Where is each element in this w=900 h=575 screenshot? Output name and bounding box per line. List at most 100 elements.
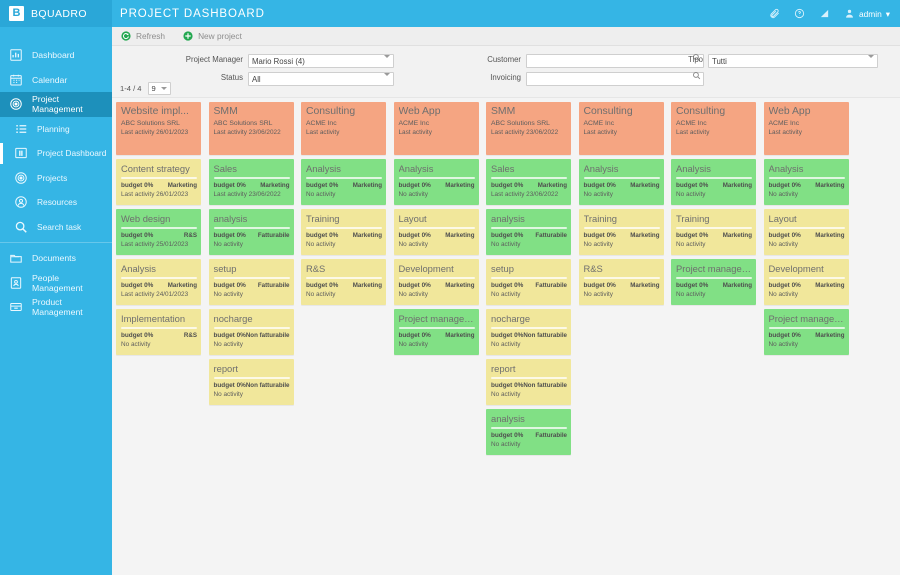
task-budget: budget 0% <box>768 281 801 289</box>
task-budget: budget 0% <box>491 381 524 389</box>
filter-customer: Customer <box>414 52 704 68</box>
task-meta: budget 0% Marketing <box>306 182 382 189</box>
page-size-select[interactable]: 9 <box>147 82 171 95</box>
task-card[interactable]: nocharge budget 0% Non fatturabile No activ… <box>208 309 294 355</box>
sidebar-item-calendar[interactable]: Calendar <box>0 68 112 93</box>
task-card[interactable]: Analysis budget 0% Marketing No activity <box>578 159 664 205</box>
task-card[interactable]: Development budget 0% Marketing No activity <box>763 259 849 305</box>
task-card[interactable]: Content strategy budget 0% Marketing Last a… <box>116 159 201 205</box>
task-activity: No activity <box>768 190 798 198</box>
task-card[interactable]: setup budget 0% Fatturabile No activity <box>486 259 571 305</box>
invoicing-input[interactable] <box>526 72 704 86</box>
plus-circle-icon <box>183 31 193 41</box>
task-budget: budget 0% <box>213 281 246 289</box>
task-activity: No activity <box>121 340 151 348</box>
refresh-button[interactable]: Refresh <box>121 31 165 41</box>
task-card[interactable]: Sales budget 0% Marketing Last activity 23/… <box>208 159 294 205</box>
list-icon <box>14 122 28 136</box>
task-card[interactable]: analysis budget 0% Fatturabile No activity <box>486 409 571 455</box>
task-card[interactable]: Web design budget 0% R&S Last activity 25/0… <box>116 209 201 255</box>
project-card[interactable]: Website impl... ABC Solutions SRL Last act… <box>116 102 201 155</box>
task-tag: Non fatturabile <box>523 381 567 389</box>
task-card[interactable]: Project managem... budget 0% Marketing No a… <box>763 309 849 355</box>
task-progress-bar <box>583 276 660 279</box>
project-card[interactable]: Consulting ACME Inc Last activity <box>301 102 386 155</box>
customer-input[interactable] <box>526 54 704 68</box>
task-card[interactable]: analysis budget 0% Fatturabile No activity <box>208 209 294 255</box>
task-card[interactable]: Training budget 0% Marketing No activity <box>301 209 386 255</box>
task-budget: budget 0% <box>306 281 339 289</box>
sidebar-item-project-dashboard[interactable]: Project Dashboard <box>0 141 112 166</box>
task-title: Project managem... <box>768 313 845 324</box>
task-card[interactable]: Analysis budget 0% Marketing No activity <box>671 159 756 205</box>
task-card[interactable]: Analysis budget 0% Marketing Last activity … <box>116 259 201 305</box>
sidebar-item-people-management[interactable]: People Management <box>0 271 112 296</box>
project-card[interactable]: Web App ACME Inc Last activity <box>763 102 849 155</box>
signal-icon[interactable] <box>819 8 830 19</box>
task-card[interactable]: Development budget 0% Marketing No activity <box>393 259 479 305</box>
user-menu[interactable]: admin ▾ <box>844 8 890 19</box>
project-card[interactable]: Consulting ACME Inc Last activity <box>671 102 756 155</box>
task-card[interactable]: setup budget 0% Fatturabile No activity <box>208 259 294 305</box>
sidebar-item-planning[interactable]: Planning <box>0 117 112 142</box>
task-tag: Marketing <box>722 181 752 189</box>
bquadro-logo-icon: B <box>9 6 24 21</box>
task-meta: budget 0% R&S <box>121 332 197 339</box>
task-meta: budget 0% Marketing <box>399 182 475 189</box>
brand-name: BQUADRO <box>31 7 87 20</box>
task-card[interactable]: Analysis budget 0% Marketing No activity <box>301 159 386 205</box>
task-progress-bar <box>121 276 197 279</box>
task-activity: No activity <box>583 290 613 298</box>
project-card[interactable]: SMM ABC Solutions SRL Last activity 23/06/… <box>208 102 294 155</box>
task-card[interactable]: Project managem... budget 0% Marketing No a… <box>671 259 756 305</box>
task-card[interactable]: Analysis budget 0% Marketing No activity <box>763 159 849 205</box>
task-activity: Last activity 24/01/2023 <box>121 290 189 298</box>
brand[interactable]: B BQUADRO <box>0 0 112 27</box>
project-card[interactable]: SMM ABC Solutions SRL Last activity 23/06/… <box>486 102 571 155</box>
project-customer: ABC Solutions SRL <box>121 120 180 127</box>
task-title: Analysis <box>768 163 804 174</box>
task-progress-bar <box>583 226 660 229</box>
task-card[interactable]: Training budget 0% Marketing No activity <box>671 209 756 255</box>
task-card[interactable]: Sales budget 0% Marketing Last activity 23/… <box>486 159 571 205</box>
task-budget: budget 0% <box>121 231 154 239</box>
task-card[interactable]: R&S budget 0% Marketing No activity <box>578 259 664 305</box>
project-card[interactable]: Consulting ACME Inc Last activity <box>578 102 664 155</box>
target-icon <box>14 171 28 185</box>
task-card[interactable]: Layout budget 0% Marketing No activity <box>393 209 479 255</box>
filter-project-manager: Project Manager Mario Rossi (4) <box>140 52 394 68</box>
sidebar-item-documents[interactable]: Documents <box>0 246 112 271</box>
sidebar-item-dashboard[interactable]: Dashboard <box>0 43 112 68</box>
task-card[interactable]: Training budget 0% Marketing No activity <box>578 209 664 255</box>
sidebar-item-resources[interactable]: Resources <box>0 190 112 215</box>
sidebar-item-product-management[interactable]: Product Management <box>0 295 112 320</box>
task-card[interactable]: nocharge budget 0% Non fatturabile No activ… <box>486 309 571 355</box>
status-select[interactable]: All <box>248 72 394 86</box>
task-activity: Last activity 23/06/2022 <box>213 190 281 198</box>
new-project-button[interactable]: New project <box>183 31 242 41</box>
task-card[interactable]: report budget 0% Non fatturabile No activit… <box>486 359 571 405</box>
task-card[interactable]: Implementation budget 0% R&S No activity <box>116 309 201 355</box>
tipo-select[interactable]: Tutti <box>708 54 878 68</box>
task-meta: budget 0% Marketing <box>769 232 845 239</box>
sidebar-item-search-task[interactable]: Search task <box>0 215 112 240</box>
task-activity: No activity <box>213 240 243 248</box>
attachment-icon[interactable] <box>769 8 780 19</box>
sidebar-item-project-management[interactable]: Project Management <box>0 92 112 117</box>
filter-invoicing: Invoicing <box>414 70 704 86</box>
task-card[interactable]: Layout budget 0% Marketing No activity <box>763 209 849 255</box>
project-card[interactable]: Web App ACME Inc Last activity <box>393 102 479 155</box>
project-manager-select[interactable]: Mario Rossi (4) <box>248 54 394 68</box>
task-card[interactable]: R&S budget 0% Marketing No activity <box>301 259 386 305</box>
task-card[interactable]: analysis budget 0% Fatturabile No activity <box>486 209 571 255</box>
sidebar-item-label: Dashboard <box>32 50 75 61</box>
task-activity: No activity <box>306 290 336 298</box>
task-card[interactable]: Analysis budget 0% Marketing No activity <box>393 159 479 205</box>
task-title: Analysis <box>398 163 434 174</box>
task-card[interactable]: Project managem... budget 0% Marketing No a… <box>393 309 479 355</box>
board-column: Web App ACME Inc Last activity Analysis budg… <box>393 102 479 575</box>
task-card[interactable]: report budget 0% Non fatturabile No activit… <box>208 359 294 405</box>
task-progress-bar <box>676 276 752 279</box>
sidebar-item-projects[interactable]: Projects <box>0 166 112 191</box>
help-icon[interactable] <box>794 8 805 19</box>
